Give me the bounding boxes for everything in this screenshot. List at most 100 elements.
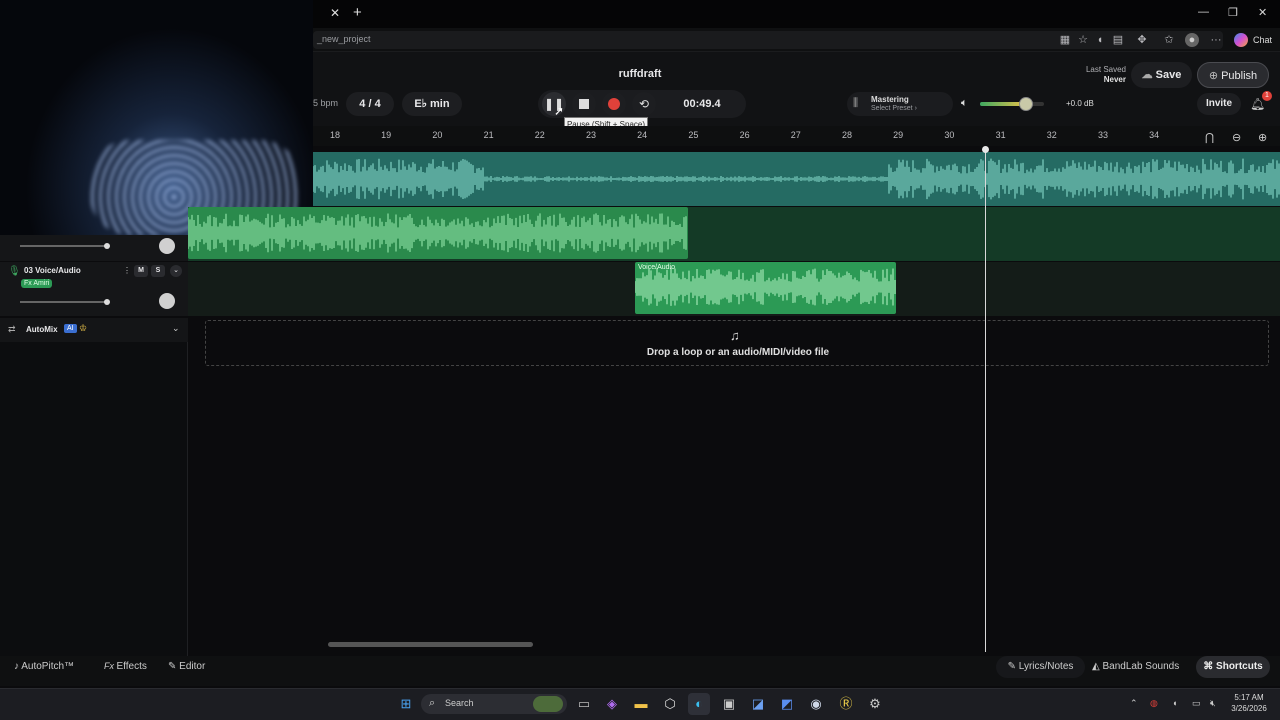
favorite-icon[interactable]: ☆ xyxy=(1076,33,1090,47)
ruler-tick-label: 25 xyxy=(688,130,699,140)
rockstar-icon[interactable]: Ⓡ xyxy=(835,693,857,715)
save-button[interactable]: ☁ Save xyxy=(1131,62,1192,88)
steam-icon[interactable]: ◉ xyxy=(805,693,827,715)
track-3-volume-slider[interactable] xyxy=(20,301,108,303)
dropzone[interactable]: ♫ Drop a loop or an audio/MIDI/video fil… xyxy=(205,320,1269,366)
lyrics-button[interactable]: ✎ Lyrics/Notes xyxy=(996,656,1085,678)
mic-icon[interactable]: ◖ xyxy=(1093,33,1107,47)
time-signature[interactable]: 4 / 4 xyxy=(346,92,394,116)
extensions-icon[interactable]: ✥ xyxy=(1135,33,1149,47)
publish-label: Publish xyxy=(1221,70,1258,82)
record-button[interactable] xyxy=(602,92,626,116)
shortcuts-button[interactable]: ⌘ Shortcuts xyxy=(1196,656,1270,678)
master-volume-knob[interactable] xyxy=(1019,97,1034,111)
track-3-mute-button[interactable]: M xyxy=(134,265,148,277)
start-icon[interactable]: ⊞ xyxy=(395,693,417,715)
tray-display-icon[interactable]: ▭ xyxy=(1192,698,1201,709)
close-tab-icon[interactable]: ✕ xyxy=(330,6,340,20)
clock-time[interactable]: 5:17 AM xyxy=(1228,693,1270,702)
track-2-clip[interactable] xyxy=(187,207,688,259)
loop-button[interactable]: ⟲ xyxy=(632,92,656,116)
more-icon[interactable]: ··· xyxy=(1209,33,1223,47)
minimize-icon[interactable]: — xyxy=(1198,6,1209,18)
copilot-icon[interactable] xyxy=(1234,33,1248,47)
clip-label: Voice/Audio xyxy=(638,264,675,271)
tray-mic-icon[interactable]: ◖ xyxy=(1172,698,1177,708)
chevron-down-icon[interactable]: ⌄ xyxy=(172,323,180,334)
track-3-solo-button[interactable]: S xyxy=(151,265,165,277)
ruler-tick-label: 28 xyxy=(841,130,852,140)
publish-button[interactable]: ⊕ Publish xyxy=(1197,62,1269,88)
ruler-tick-label: 26 xyxy=(739,130,750,140)
track-2-pan-knob[interactable] xyxy=(159,238,175,254)
track-3-clip[interactable]: Voice/Audio xyxy=(634,262,896,314)
autopitch-button[interactable]: ♪ AutoPitch™ xyxy=(14,661,74,672)
sounds-button[interactable]: ◭ BandLab Sounds xyxy=(1092,661,1179,672)
store-icon[interactable]: ▣ xyxy=(718,693,740,715)
effects-button[interactable]: Fx Effects xyxy=(104,661,147,672)
mastering-title: Mastering xyxy=(871,95,909,104)
zoom-out-icon[interactable]: ⊖ xyxy=(1232,131,1241,144)
playhead-handle[interactable] xyxy=(982,146,989,153)
mastering-button[interactable]: ⫼ Mastering Select Preset › xyxy=(847,92,953,116)
track-2-volume-slider[interactable] xyxy=(20,245,108,247)
app-icon-2[interactable]: ◪ xyxy=(747,693,769,715)
track-2-volume-knob[interactable] xyxy=(104,243,110,249)
master-volume-slider[interactable] xyxy=(980,97,1044,111)
keyboard-icon[interactable]: ▤ xyxy=(1111,33,1125,47)
stop-icon xyxy=(579,99,589,109)
mastering-preset: Select Preset › xyxy=(871,105,917,112)
track-2-panel xyxy=(0,235,188,261)
sliders-icon: ⫼ xyxy=(853,97,859,109)
editor-label: Editor xyxy=(179,661,206,672)
ruler-tick-label: 27 xyxy=(790,130,801,140)
task-view-icon[interactable]: ▭ xyxy=(573,693,595,715)
restore-icon[interactable]: ❐ xyxy=(1228,6,1238,19)
time-display: 00:49.4 xyxy=(683,98,721,110)
track-3-pan-knob[interactable] xyxy=(159,293,175,309)
key-selector[interactable]: E♭ min xyxy=(402,92,462,116)
taskbar-search[interactable]: ⌕ Search xyxy=(421,694,567,714)
editor-button[interactable]: ✎ Editor xyxy=(168,661,205,672)
playhead[interactable] xyxy=(985,148,986,652)
ruler-tick-label: 33 xyxy=(1097,130,1108,140)
project-title[interactable]: ruffdraft xyxy=(560,68,720,80)
clock-date[interactable]: 3/26/2026 xyxy=(1226,704,1272,713)
last-saved-value: Never xyxy=(1103,75,1126,84)
app-icon-4[interactable]: ⚙ xyxy=(864,693,886,715)
app-icon-1[interactable]: ⬡ xyxy=(659,693,681,715)
pencil-icon: ✎ xyxy=(168,661,180,672)
zoom-in-icon[interactable]: ⊕ xyxy=(1258,131,1267,144)
bpm-label[interactable]: 5 bpm xyxy=(313,98,338,108)
track-1-lane[interactable] xyxy=(312,152,1280,206)
tray-expand-icon[interactable]: ⌃ xyxy=(1130,698,1138,709)
new-tab-icon[interactable]: + xyxy=(353,4,362,21)
track-3-menu-icon[interactable]: ⋮ xyxy=(123,266,131,275)
copilot-app-icon[interactable]: ◈ xyxy=(601,693,623,715)
apps-icon[interactable]: ▦ xyxy=(1058,33,1072,47)
edge-icon[interactable]: ◐ xyxy=(688,693,710,715)
track-3-volume-knob[interactable] xyxy=(104,299,110,305)
ruler-tick-label: 23 xyxy=(585,130,596,140)
profile-avatar[interactable]: ● xyxy=(1185,33,1199,47)
tray-app-icon[interactable]: ◍ xyxy=(1150,698,1158,709)
pen-icon: ✎ xyxy=(1007,661,1019,672)
file-explorer-icon[interactable]: ▬ xyxy=(630,693,652,715)
tray-volume-icon[interactable]: 🔇︎ xyxy=(1210,698,1216,709)
track-3-expand-icon[interactable]: ⌄ xyxy=(170,265,182,277)
speaker-icon[interactable]: 🔈︎ xyxy=(961,97,968,110)
horizontal-scrollbar[interactable] xyxy=(328,642,533,647)
close-window-icon[interactable]: ✕ xyxy=(1258,6,1267,19)
automix-row[interactable]: ⇄ AutoMix AI ♔ ⌄ xyxy=(0,318,188,342)
app-icon-3[interactable]: ◩ xyxy=(776,693,798,715)
ruler-tick-label: 21 xyxy=(483,130,494,140)
favorites-bar-icon[interactable]: ✩ xyxy=(1162,33,1176,47)
ruler-tick-label: 19 xyxy=(381,130,392,140)
invite-button[interactable]: Invite xyxy=(1197,93,1241,115)
snap-magnet-icon[interactable]: ⋂ xyxy=(1205,131,1214,144)
stop-button[interactable] xyxy=(572,92,596,116)
track-3-fx-badge[interactable]: Fx Amiri xyxy=(21,279,53,288)
mic-icon: 🎙︎ xyxy=(8,266,21,277)
chat-label[interactable]: Chat xyxy=(1253,35,1272,45)
track-3-name[interactable]: 03 Voice/Audio xyxy=(24,266,81,275)
